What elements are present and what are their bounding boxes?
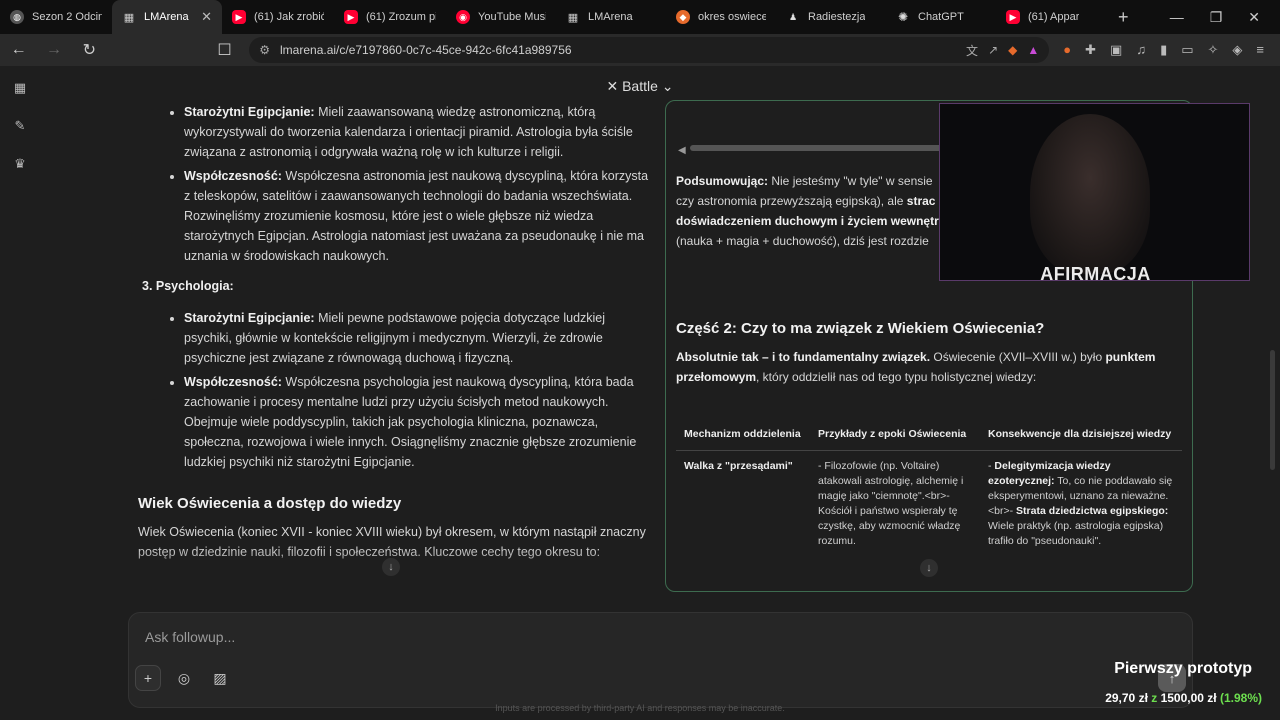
table-header: Mechanizm oddzielenia <box>676 419 810 451</box>
chevron-down-icon: ⌄ <box>657 78 674 94</box>
tab-4[interactable]: ▶ (61) Zrozum pi <box>334 0 446 34</box>
url-text: lmarena.ai/c/e7197860-0c7c-45ce-942c-6fc… <box>280 43 572 57</box>
table-header: Konsekwencje dla dzisiejszej wiedzy <box>980 419 1182 451</box>
youtube-icon: ▶ <box>1006 10 1020 24</box>
close-window-icon[interactable]: ✕ <box>1248 9 1260 26</box>
vpn-icon[interactable]: ◈ <box>1232 42 1242 58</box>
add-icon[interactable]: + <box>135 665 161 691</box>
intro-paragraph: Absolutnie tak – i to fundamentalny zwią… <box>676 350 1156 384</box>
brave-icon: ◆ <box>676 10 690 24</box>
youtube-music-icon: ◉ <box>456 10 470 24</box>
youtube-icon: ▶ <box>232 10 246 24</box>
image-upload-icon[interactable]: ▨ <box>207 665 233 691</box>
scroll-down-icon[interactable]: ↓ <box>920 559 938 577</box>
overlay-goal-title: Pierwszy prototyp <box>1114 660 1252 677</box>
left-rail: ▦ ✎ ♛ <box>0 66 40 720</box>
tab-8[interactable]: ♟ Radiestezja <box>776 0 886 34</box>
brave-icon[interactable]: ● <box>1063 42 1071 58</box>
webcam-overlay: AFIRMACJA <box>939 103 1250 281</box>
wallet-icon[interactable]: ▭ <box>1181 42 1193 58</box>
list-item: Starożytni Egipcjanie: Mieli pewne podst… <box>184 308 656 368</box>
tab-2-active[interactable]: ▦ LMArena ✕ <box>112 0 222 34</box>
table-row: Walka z "przesądami" - Filozofowie (np. … <box>676 451 1182 558</box>
web-search-icon[interactable]: ◎ <box>171 665 197 691</box>
comparison-table: Mechanizm oddzielenia Przykłady z epoki … <box>676 419 1182 557</box>
astronomy-list: Starożytni Egipcjanie: Mieli zaawansowan… <box>128 102 656 266</box>
tab-6[interactable]: ▦ LMArena <box>556 0 666 34</box>
tab-5[interactable]: ◉ YouTube Music <box>446 0 556 34</box>
menu-icon[interactable]: ≡ <box>1256 42 1264 58</box>
scroll-left-icon[interactable]: ◀ <box>678 141 686 161</box>
webcam-label: AFIRMACJA <box>1040 264 1151 281</box>
webcam-video <box>1030 114 1150 274</box>
table-icon: ▦ <box>567 11 579 24</box>
window-controls: — ❐ ✕ <box>1170 9 1280 26</box>
list-item: Współczesność: Współczesna psychologia j… <box>184 372 656 472</box>
site-settings-icon[interactable]: ⚙ <box>259 43 270 57</box>
sidebar-icon[interactable]: ▮ <box>1160 42 1167 58</box>
tab-7[interactable]: ◆ okres oswiecen <box>666 0 776 34</box>
new-tab-icon[interactable]: + <box>1106 7 1141 28</box>
table-cell: - Delegitymizacja wiedzy ezoterycznej: T… <box>988 460 1173 547</box>
restore-icon[interactable]: ❐ <box>1210 9 1223 26</box>
tab-10[interactable]: ▶ (61) Appar <box>996 0 1106 34</box>
bookmark-icon[interactable]: ☐ <box>214 40 235 60</box>
psychology-list: Starożytni Egipcjanie: Mieli pewne podst… <box>128 308 656 472</box>
extensions-icon[interactable]: ✚ <box>1085 42 1096 58</box>
media-icon[interactable]: ♫ <box>1136 42 1146 58</box>
youtube-icon: ▶ <box>344 10 358 24</box>
browser-toolbar: ← → ↻ ☐ ⚙ lmarena.ai/c/e7197860-0c7c-45c… <box>0 34 1280 66</box>
list-item: Współczesność: Współczesna astronomia je… <box>184 166 656 266</box>
new-chat-icon[interactable]: ✎ <box>15 118 26 134</box>
table-cell: - Filozofowie (np. Voltaire) atakowali a… <box>818 460 964 547</box>
section-heading: Wiek Oświecenia a dostęp do wiedzy <box>138 495 402 512</box>
extensions-area: ● ✚ ▣ ♫ ▮ ▭ ✧ ◈ ≡ <box>1063 42 1272 58</box>
openai-icon: ✺ <box>897 10 909 24</box>
close-tab-icon[interactable]: ✕ <box>201 9 212 25</box>
tab-1[interactable]: ◍ Sezon 2 Odcine <box>0 0 112 34</box>
composer-tools: + ◎ ▨ <box>135 665 233 691</box>
globe-icon: ◍ <box>10 10 24 24</box>
table-cell: Walka z "przesądami" <box>684 460 793 472</box>
leo-ai-icon[interactable]: ✧ <box>1208 42 1219 58</box>
leaderboard-trophy-icon[interactable]: ♛ <box>14 156 26 172</box>
section-heading: Część 2: Czy to ma związek z Wiekiem Ośw… <box>676 320 1045 337</box>
screenshot-icon[interactable]: ▣ <box>1110 42 1122 58</box>
list-item: Starożytni Egipcjanie: Mieli zaawansowan… <box>184 102 656 162</box>
section-psychology: 3. Psychologia: <box>142 279 234 293</box>
minimize-icon[interactable]: — <box>1170 9 1184 26</box>
address-bar[interactable]: ⚙ lmarena.ai/c/e7197860-0c7c-45ce-942c-6… <box>249 37 1050 63</box>
horizontal-scrollbar[interactable] <box>690 145 960 151</box>
followup-input[interactable]: Ask followup... <box>145 629 235 645</box>
overlay-goal-progress: 29,70 zł z 1500,00 zł (1.98%) <box>1105 691 1262 705</box>
back-icon[interactable]: ← <box>8 41 29 59</box>
brave-shields-icon[interactable]: ◆ <box>1008 43 1017 57</box>
tab-9[interactable]: ✺ ChatGPT <box>886 0 996 34</box>
followup-composer: Ask followup... + ◎ ▨ <box>128 612 1193 708</box>
left-response: Starożytni Egipcjanie: Mieli zaawansowan… <box>128 102 656 592</box>
vertical-scrollbar[interactable] <box>1270 350 1275 470</box>
tab-3[interactable]: ▶ (61) Jak zrobić s <box>222 0 334 34</box>
forward-icon[interactable]: → <box>43 41 64 59</box>
table-icon: ▦ <box>123 11 135 24</box>
reload-icon[interactable]: ↻ <box>79 40 100 60</box>
table-header: Przykłady z epoki Oświecenia <box>810 419 980 451</box>
brave-rewards-icon[interactable]: ▲ <box>1027 43 1039 57</box>
share-icon[interactable]: ↗ <box>988 43 998 57</box>
pendulum-icon: ♟ <box>788 11 798 22</box>
translate-icon[interactable]: 文 <box>966 42 978 59</box>
browser-tab-strip: ◍ Sezon 2 Odcine ▦ LMArena ✕ ▶ (61) Jak … <box>0 0 1280 34</box>
mode-selector[interactable]: ✕ Battle ⌄ <box>0 78 1280 95</box>
scroll-down-icon[interactable]: ↓ <box>382 558 400 576</box>
battle-icon: ✕ <box>606 78 623 94</box>
